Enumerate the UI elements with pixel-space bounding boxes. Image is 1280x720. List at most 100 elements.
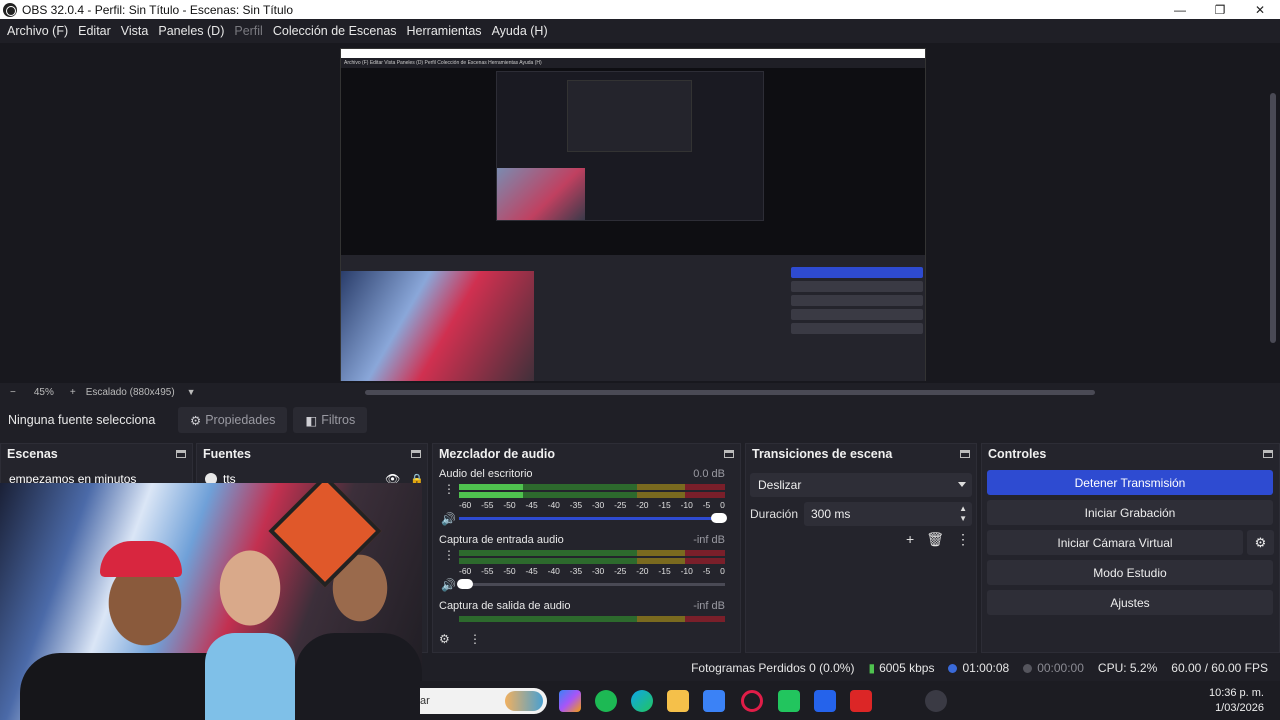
spotify-icon[interactable] [595,690,617,712]
menu-profile[interactable]: Perfil [229,24,267,38]
zoom-out-button[interactable]: − [10,387,16,398]
channel-name: Audio del escritorio [439,468,533,480]
edge-icon[interactable] [631,690,653,712]
volume-slider[interactable] [457,579,725,589]
menu-scene-collection[interactable]: Colección de Escenas [268,24,402,38]
filters-button[interactable]: ◧ Filtros [293,407,368,433]
menu-file[interactable]: Archivo (F) [2,24,73,38]
taskbar-search[interactable]: ar [420,688,547,714]
mixer-menu-icon[interactable]: ⋮ [469,632,481,646]
stream-timer: 01:00:08 [948,661,1009,675]
preview-vertical-scrollbar[interactable] [1267,53,1280,373]
more-icon[interactable]: ⋮ [956,531,970,548]
dock-float-icon[interactable] [724,450,734,458]
copilot-icon[interactable] [559,690,581,712]
clock-date: 1/03/2026 [1215,702,1264,714]
obs-logo-icon [3,2,17,17]
zoom-bar: − 45% + Escalado (880x495) ▼ [0,383,1280,401]
duration-field[interactable]: 300 ms ▲ ▼ [804,502,972,526]
close-button[interactable]: ✕ [1240,0,1280,19]
virtual-camera-button[interactable]: Iniciar Cámara Virtual [987,530,1243,555]
menu-bar: Archivo (F) Editar Vista Paneles (D) Per… [0,19,1280,43]
menu-view[interactable]: Vista [116,24,154,38]
stop-stream-button[interactable]: Detener Transmisión [987,470,1273,495]
trash-icon[interactable]: 🗑 [926,531,944,548]
mail-icon[interactable] [814,690,836,712]
channel-name: Captura de salida de audio [439,600,571,612]
transitions-dock-title: Transiciones de escena [752,447,893,461]
minimize-button[interactable]: — [1160,0,1200,19]
mixer-dock-header: Mezclador de audio [433,444,740,464]
title-bar: OBS 32.0.4 - Perfil: Sin Título - Escena… [0,0,1280,19]
file-explorer-icon[interactable] [667,690,689,712]
channel-menu-icon[interactable]: ⋮ [443,549,455,561]
dock-float-icon[interactable] [1263,450,1273,458]
zoom-in-button[interactable]: + [70,387,76,398]
nested-record-button [791,281,923,292]
scale-label: Escalado (880x495) [85,386,175,398]
preview-horizontal-scrollbar[interactable] [365,390,1095,395]
advanced-audio-gear-icon[interactable]: ⚙ [439,632,450,646]
meter-ticks: -60 -55 -50 -45 -40 -35 -30 -25 -20 -15 -10 -5 0 [459,566,725,576]
scale-dropdown-icon[interactable]: ▼ [187,387,196,397]
preview-area[interactable]: Archivo (F) Editar Vista Paneles (D) Per… [0,43,1280,383]
bitrate-value: 6005 kbps [879,661,935,675]
studio-mode-button[interactable]: Modo Estudio [987,560,1273,585]
dock-float-icon[interactable] [960,450,970,458]
amd-icon[interactable] [850,690,872,712]
taskbar-clock[interactable]: 10:36 p. m. 1/03/2026 [1209,686,1264,716]
nested-webcam-large [341,271,534,381]
volume-meter [459,484,725,498]
speaker-icon[interactable]: 🔊 [441,512,456,526]
menu-tools[interactable]: Herramientas [402,24,487,38]
obs-taskbar-icon[interactable] [925,690,947,712]
properties-button[interactable]: ⚙ Propiedades [178,407,288,433]
menu-edit[interactable]: Editar [73,24,116,38]
dock-float-icon[interactable] [176,450,186,458]
sign-decoration [268,483,382,588]
add-icon[interactable]: + [906,531,914,548]
channel-menu-icon[interactable]: ⋮ [443,483,455,495]
preview-canvas[interactable]: Archivo (F) Editar Vista Paneles (D) Per… [340,48,926,381]
meter-ticks: -60 -55 -50 -45 -40 -35 -30 -25 -20 -15 -10 -5 0 [459,500,725,510]
volume-meter [459,616,725,623]
controls-dock-title: Controles [988,447,1047,461]
scenes-dock-title: Escenas [7,447,58,461]
stream-status-icon [948,663,958,673]
virtual-camera-settings-gear-icon[interactable]: ⚙ [1247,530,1274,555]
xbox-icon[interactable] [778,690,800,712]
bitrate-indicator: ▮ 6005 kbps [868,661,934,675]
red-cap [100,541,182,577]
nested-vcam-button [791,295,923,306]
dropped-frames: Fotogramas Perdidos 0 (0.0%) [691,661,855,675]
maximize-button[interactable]: ❐ [1200,0,1240,19]
volume-slider[interactable] [459,513,727,523]
filter-icon: ◧ [305,413,318,428]
channel-db: 0.0 dB [693,468,725,480]
scenes-dock-header: Escenas [1,444,192,464]
properties-label: Propiedades [205,413,276,427]
nested-title-bar [341,49,925,58]
webcam-overlay [0,483,422,720]
controls-dock-header: Controles [982,444,1279,464]
menu-help[interactable]: Ayuda (H) [487,24,553,38]
nested-settings-button [791,323,923,334]
zoom-level: 45% [33,386,54,398]
dock-float-icon[interactable] [411,450,421,458]
spinner-icon[interactable]: ▲ ▼ [959,504,967,524]
record-time-value: 00:00:00 [1037,661,1084,675]
store-icon[interactable] [703,690,725,712]
record-timer: 00:00:00 [1023,661,1084,675]
channel-name: Captura de entrada audio [439,534,564,546]
nested-webcam [497,168,585,220]
settings-button[interactable]: Ajustes [987,590,1273,615]
sources-dock-header: Fuentes [197,444,427,464]
transitions-dock-header: Transiciones de escena [746,444,976,464]
start-recording-button[interactable]: Iniciar Grabación [987,500,1273,525]
sources-dock-title: Fuentes [203,447,251,461]
transition-select[interactable]: Deslizar [750,473,972,497]
menu-docks[interactable]: Paneles (D) [153,24,229,38]
search-highlight-icon [505,691,543,711]
speaker-icon[interactable]: 🔊 [441,578,456,592]
opera-icon[interactable] [741,690,763,712]
